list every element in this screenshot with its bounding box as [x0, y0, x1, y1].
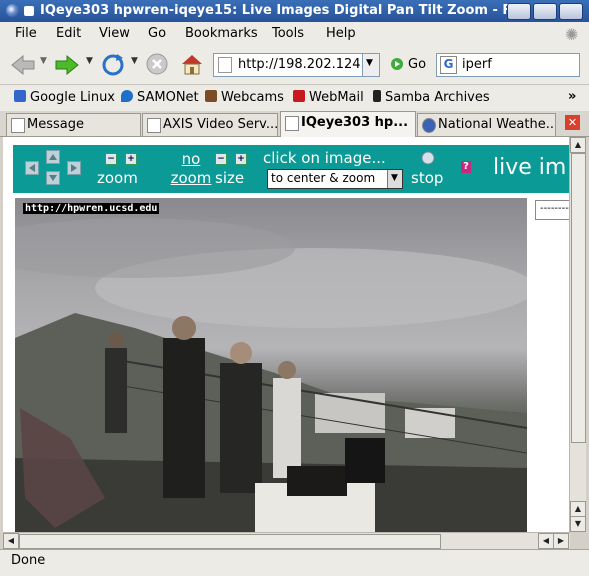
size-decrease-button[interactable]: −	[215, 153, 227, 165]
scroll-right-icon[interactable]: ▶	[553, 533, 569, 549]
google-search-icon[interactable]: G	[440, 56, 457, 74]
tab-axis-video[interactable]: AXIS Video Serv...	[142, 113, 278, 136]
horizontal-scrollbar[interactable]: ◀ ◀ ▶	[3, 532, 570, 549]
bookmark-webmail[interactable]: WebMail	[293, 90, 364, 105]
zoom-in-button[interactable]: +	[125, 153, 137, 165]
yahoo-icon	[293, 90, 305, 102]
menu-go[interactable]: Go	[148, 26, 166, 41]
tilt-up-button[interactable]	[46, 150, 60, 164]
live-camera-image[interactable]: http://hpwren.ucsd.edu	[15, 198, 527, 532]
close-tab-icon[interactable]: ✕	[565, 115, 580, 130]
bookmark-webcams[interactable]: Webcams	[205, 90, 284, 105]
forward-arrow-icon[interactable]	[54, 54, 80, 76]
search-text: iperf	[462, 57, 492, 72]
throbber-icon: ✺	[565, 25, 579, 44]
pan-left-button[interactable]	[25, 161, 39, 175]
window-menu-icon[interactable]	[24, 6, 34, 16]
stop-ball-icon[interactable]	[421, 151, 435, 165]
zoom-out-button[interactable]: −	[105, 153, 117, 165]
scroll-corner	[570, 532, 586, 548]
bookmark-samonet[interactable]: SAMONet	[121, 90, 199, 105]
tab-message[interactable]: Message	[6, 113, 141, 136]
minimize-button[interactable]	[507, 3, 531, 20]
window-title: IQeye303 hpwren-iqeye15: Live Images Dig…	[40, 3, 510, 18]
camera-watermark: http://hpwren.ucsd.edu	[23, 203, 160, 214]
go-icon[interactable]	[390, 57, 404, 71]
weather-icon	[422, 118, 436, 133]
app-icon	[6, 4, 19, 17]
scroll-left-small-icon[interactable]: ◀	[538, 533, 554, 549]
pan-right-button[interactable]	[67, 161, 81, 175]
chevron-down-icon: ▼	[387, 170, 402, 188]
status-bar: Done	[0, 549, 589, 576]
address-text: http://198.202.124.	[238, 57, 365, 72]
stop-button[interactable]: stop	[411, 169, 443, 187]
drop-icon	[121, 90, 133, 102]
camera-scene	[15, 218, 527, 532]
tab-national-weather[interactable]: National Weathe...	[417, 113, 556, 136]
help-icon[interactable]: ?	[461, 161, 471, 173]
address-dropdown[interactable]: ▼	[362, 53, 380, 77]
menu-edit[interactable]: Edit	[56, 26, 81, 41]
menu-file[interactable]: File	[15, 26, 37, 41]
home-icon[interactable]	[180, 52, 204, 76]
side-frame: --------	[535, 200, 570, 220]
navigation-toolbar: ▼ ▼ ▼ http://198.202.124. ▼ Go G iperf	[0, 46, 589, 84]
scroll-up-icon[interactable]: ▲	[570, 137, 586, 153]
click-action-select[interactable]: to center & zoom ▼	[267, 169, 403, 189]
vertical-scroll-thumb[interactable]	[571, 153, 586, 443]
page-content: − + zoom no zoom − + size click on image…	[3, 137, 570, 532]
reload-menu-icon[interactable]: ▼	[131, 56, 138, 66]
window-titlebar[interactable]: IQeye303 hpwren-iqeye15: Live Images Dig…	[0, 0, 589, 22]
page-icon	[11, 118, 25, 133]
size-increase-button[interactable]: +	[235, 153, 247, 165]
bookmarks-toolbar: Google Linux SAMONet Webcams WebMail Sam…	[0, 84, 589, 111]
back-history-icon[interactable]: ▼	[40, 56, 47, 66]
menu-bar: File Edit View Go Bookmarks Tools Help ✺	[0, 22, 589, 46]
page-icon	[285, 116, 299, 131]
tilt-down-button[interactable]	[46, 171, 60, 185]
forward-history-icon[interactable]: ▼	[86, 56, 93, 66]
webcams-icon	[205, 90, 217, 102]
no-zoom-link[interactable]: no zoom	[166, 150, 216, 188]
maximize-button[interactable]	[533, 3, 557, 20]
page-icon	[147, 118, 161, 133]
scroll-left-icon[interactable]: ◀	[3, 533, 19, 549]
search-input[interactable]: G iperf	[436, 53, 580, 77]
side-frame-text: --------	[540, 203, 569, 214]
vertical-scrollbar[interactable]: ▲ ▲ ▼	[569, 137, 586, 532]
tab-bar: Message AXIS Video Serv... IQeye303 hp..…	[0, 111, 589, 137]
ptz-control-bar: − + zoom no zoom − + size click on image…	[13, 145, 570, 193]
click-on-image-label: click on image...	[263, 149, 386, 167]
click-action-value: to center & zoom	[271, 171, 376, 185]
size-label: size	[215, 169, 245, 187]
live-image-title: live im	[493, 155, 567, 180]
status-text: Done	[11, 553, 46, 568]
bookmark-google-linux[interactable]: Google Linux	[14, 90, 115, 105]
menu-help[interactable]: Help	[326, 26, 356, 41]
back-arrow-icon[interactable]	[10, 54, 36, 76]
menu-bookmarks[interactable]: Bookmarks	[185, 26, 258, 41]
page-icon	[218, 57, 232, 73]
go-button[interactable]: Go	[408, 57, 426, 72]
bookmarks-overflow-icon[interactable]: »	[568, 89, 576, 104]
menu-view[interactable]: View	[99, 26, 130, 41]
samba-icon	[373, 90, 381, 102]
scroll-up-small-icon[interactable]: ▲	[570, 501, 586, 517]
tab-iqeye303[interactable]: IQeye303 hp...	[280, 111, 416, 137]
google-icon	[14, 90, 26, 102]
bookmark-samba-archives[interactable]: Samba Archives	[373, 90, 490, 105]
scroll-down-icon[interactable]: ▼	[570, 516, 586, 532]
close-window-button[interactable]	[559, 3, 583, 20]
stop-icon[interactable]	[146, 53, 168, 75]
address-bar[interactable]: http://198.202.124.	[213, 53, 365, 77]
zoom-label: zoom	[97, 169, 138, 187]
horizontal-scroll-thumb[interactable]	[19, 534, 441, 549]
menu-tools[interactable]: Tools	[272, 26, 304, 41]
reload-icon[interactable]	[100, 52, 126, 78]
